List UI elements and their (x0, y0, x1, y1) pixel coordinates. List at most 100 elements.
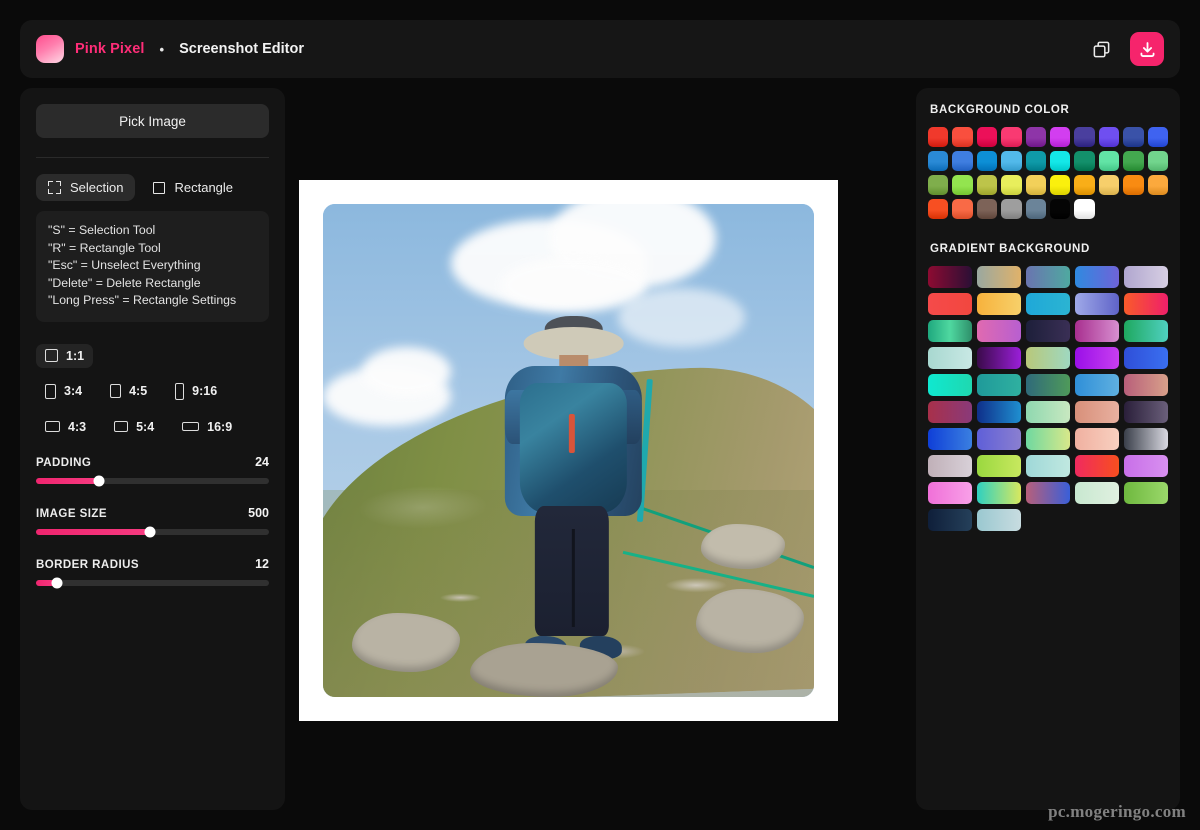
color-swatch[interactable] (1025, 151, 1046, 171)
color-swatch[interactable] (1147, 151, 1168, 171)
gradient-swatch[interactable] (977, 509, 1021, 531)
gradient-swatch[interactable] (1075, 347, 1119, 369)
gradient-swatch[interactable] (977, 401, 1021, 423)
gradient-swatch[interactable] (928, 266, 972, 288)
gradient-swatch[interactable] (1075, 482, 1119, 504)
aspect-ratio-9-16[interactable]: 9:16 (166, 378, 226, 405)
color-swatch[interactable] (1074, 175, 1095, 195)
color-swatch[interactable] (952, 175, 973, 195)
color-swatch[interactable] (1123, 127, 1144, 147)
gradient-swatch[interactable] (1026, 428, 1070, 450)
gradient-swatch[interactable] (1026, 347, 1070, 369)
pick-image-button[interactable]: Pick Image (36, 104, 269, 138)
gradient-swatch[interactable] (928, 347, 972, 369)
aspect-ratio-4-3[interactable]: 4:3 (36, 415, 95, 439)
gradient-swatch[interactable] (1075, 455, 1119, 477)
aspect-ratio-5-4[interactable]: 5:4 (105, 415, 163, 439)
gradient-swatch[interactable] (928, 428, 972, 450)
color-swatch[interactable] (1025, 175, 1046, 195)
color-swatch[interactable] (1025, 199, 1046, 219)
gradient-swatch[interactable] (928, 509, 972, 531)
gradient-swatch[interactable] (977, 266, 1021, 288)
color-swatch[interactable] (1147, 175, 1168, 195)
gradient-swatch[interactable] (1075, 401, 1119, 423)
gradient-swatch[interactable] (977, 347, 1021, 369)
color-swatch[interactable] (1001, 175, 1022, 195)
gradient-swatch[interactable] (977, 374, 1021, 396)
download-button[interactable] (1130, 32, 1164, 66)
color-swatch[interactable] (976, 199, 998, 219)
aspect-ratio-16-9[interactable]: 16:9 (173, 415, 241, 439)
color-swatch[interactable] (1098, 175, 1120, 195)
gradient-swatch[interactable] (1124, 482, 1168, 504)
color-swatch[interactable] (928, 175, 949, 195)
gradient-swatch[interactable] (1026, 455, 1070, 477)
screenshot-photo[interactable] (323, 204, 814, 697)
gradient-swatch[interactable] (977, 293, 1021, 315)
export-canvas[interactable] (299, 180, 838, 721)
color-swatch[interactable] (1025, 127, 1046, 147)
gradient-swatch[interactable] (1124, 401, 1168, 423)
slider-track-padding[interactable] (36, 475, 269, 487)
gradient-swatch[interactable] (928, 455, 972, 477)
color-swatch[interactable] (952, 151, 973, 171)
color-swatch[interactable] (952, 127, 973, 147)
gradient-swatch[interactable] (1124, 428, 1168, 450)
slider-track-image-size[interactable] (36, 526, 269, 538)
color-swatch[interactable] (1001, 127, 1022, 147)
tool-button-rectangle[interactable]: Rectangle (141, 174, 245, 201)
gradient-swatch[interactable] (1075, 293, 1119, 315)
color-swatch[interactable] (1074, 199, 1095, 219)
gradient-swatch[interactable] (977, 428, 1021, 450)
slider-knob[interactable] (144, 526, 156, 538)
tool-button-selection[interactable]: Selection (36, 174, 136, 201)
color-swatch[interactable] (976, 175, 998, 195)
gradient-swatch[interactable] (977, 320, 1021, 342)
slider-knob[interactable] (93, 475, 105, 487)
color-swatch[interactable] (1049, 199, 1071, 219)
gradient-swatch[interactable] (1075, 266, 1119, 288)
gradient-swatch[interactable] (1124, 293, 1168, 315)
color-swatch[interactable] (1001, 151, 1022, 171)
gradient-swatch[interactable] (977, 455, 1021, 477)
color-swatch[interactable] (1049, 175, 1071, 195)
color-swatch[interactable] (1074, 127, 1095, 147)
aspect-ratio-3-4[interactable]: 3:4 (36, 379, 91, 404)
slider-knob[interactable] (51, 577, 63, 589)
gradient-swatch[interactable] (1075, 428, 1119, 450)
color-swatch[interactable] (1123, 151, 1144, 171)
gradient-swatch[interactable] (1075, 320, 1119, 342)
gradient-swatch[interactable] (1124, 374, 1168, 396)
gradient-swatch[interactable] (977, 482, 1021, 504)
gradient-swatch[interactable] (928, 401, 972, 423)
color-swatch[interactable] (928, 151, 949, 171)
color-swatch[interactable] (928, 127, 949, 147)
gradient-swatch[interactable] (1026, 374, 1070, 396)
gradient-swatch[interactable] (1026, 293, 1070, 315)
gradient-swatch[interactable] (1026, 401, 1070, 423)
gradient-swatch[interactable] (1026, 482, 1070, 504)
color-swatch[interactable] (952, 199, 973, 219)
color-swatch[interactable] (928, 199, 949, 219)
gradient-swatch[interactable] (1124, 347, 1168, 369)
aspect-ratio-4-5[interactable]: 4:5 (101, 379, 156, 403)
gradient-swatch[interactable] (1124, 320, 1168, 342)
color-swatch[interactable] (976, 151, 998, 171)
gradient-swatch[interactable] (1124, 266, 1168, 288)
gradient-swatch[interactable] (1075, 374, 1119, 396)
color-swatch[interactable] (1147, 127, 1168, 147)
color-swatch[interactable] (976, 127, 998, 147)
color-swatch[interactable] (1049, 127, 1071, 147)
slider-track-border-radius[interactable] (36, 577, 269, 589)
color-swatch[interactable] (1098, 127, 1120, 147)
gradient-swatch[interactable] (1026, 266, 1070, 288)
gradient-swatch[interactable] (928, 482, 972, 504)
gradient-swatch[interactable] (1124, 455, 1168, 477)
gradient-swatch[interactable] (928, 293, 972, 315)
color-swatch[interactable] (1098, 151, 1120, 171)
aspect-ratio-1-1[interactable]: 1:1 (36, 343, 94, 368)
color-swatch[interactable] (1074, 151, 1095, 171)
gradient-swatch[interactable] (928, 374, 972, 396)
color-swatch[interactable] (1001, 199, 1022, 219)
gradient-swatch[interactable] (1026, 320, 1070, 342)
